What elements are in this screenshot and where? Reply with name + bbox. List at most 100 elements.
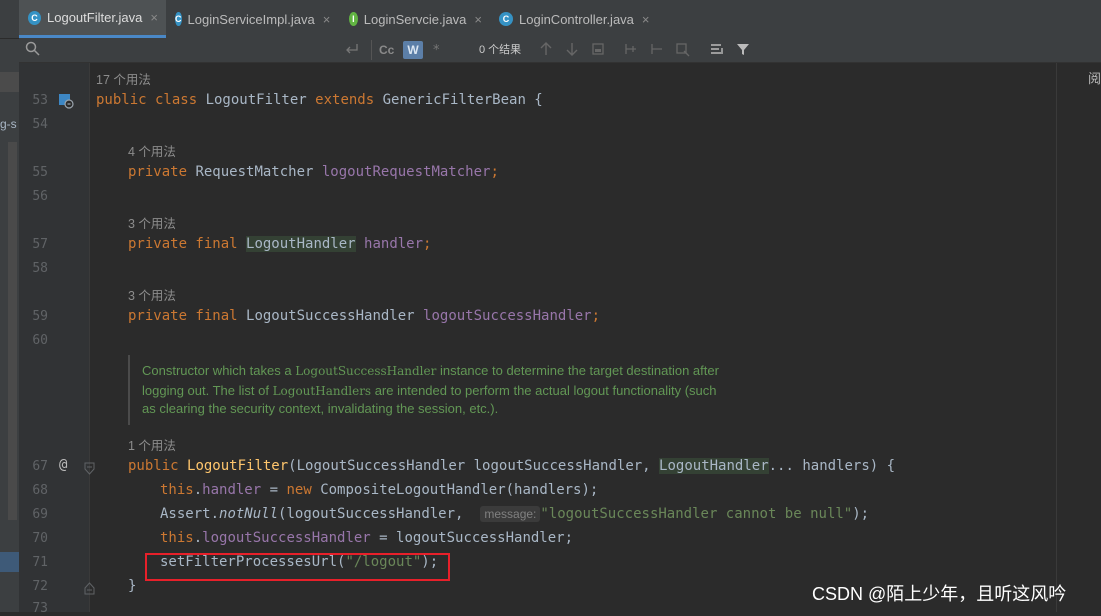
code-line-67[interactable]: public LogoutFilter(LogoutSuccessHandler… [128,458,895,474]
line-number: 54 [32,117,48,132]
keyword: this [160,530,194,546]
line-number: 56 [32,189,48,204]
line-number: 57 [32,237,48,252]
code-line-70[interactable]: this.logoutSuccessHandler = logoutSucces… [160,530,573,546]
select-all-occurrences-icon[interactable] [591,41,605,59]
field-name: logoutSuccessHandler [423,308,592,324]
field-name: logoutSuccessHandler [202,530,371,546]
tab-loginserviceimpl[interactable]: C LoginServiceImpl.java × [166,0,338,38]
closing-brace: } [128,578,137,594]
whole-words-button[interactable]: W [403,41,423,59]
svg-text:*: * [433,43,440,57]
right-panel-strip [1056,63,1101,612]
doc-code: LogoutHandlers [272,384,372,398]
semicolon: ; [423,236,432,252]
project-panel-scrollbar[interactable] [8,142,17,520]
keyword: private final [128,236,247,252]
keyword: public [128,458,188,474]
fold-end-icon[interactable] [84,580,95,599]
code-line-72[interactable]: } [128,578,136,594]
dot: . [193,482,203,498]
expression: = logoutSuccessHandler; [370,530,574,546]
match-case-button[interactable]: Cc [379,41,394,59]
usage-hint[interactable]: 3 个用法 [128,213,176,232]
field-name: handler [364,236,424,252]
javadoc-line: logging out. The list of LogoutHandlers … [142,383,717,398]
next-occurrence-icon[interactable] [565,41,579,59]
class-icon: C [499,12,513,26]
type-name: RequestMatcher [195,164,322,180]
usage-hint[interactable]: 17 个用法 [96,69,151,88]
line-number: 59 [32,309,48,324]
implementing-methods-icon[interactable] [58,93,74,113]
code-line-57[interactable]: private final LogoutHandler handler; [128,236,431,252]
type-name: LogoutSuccessHandler [246,308,424,324]
usage-hint[interactable]: 3 个用法 [128,285,176,304]
usage-hint[interactable]: 4 个用法 [128,141,176,160]
code-line-69[interactable]: Assert.notNull(logoutSuccessHandler, mes… [160,506,869,522]
result-count: 0 个结果 [479,44,522,56]
code-line-55[interactable]: private RequestMatcher logoutRequestMatc… [128,164,499,180]
tab-label: LoginController.java [519,11,634,27]
type-name: LogoutHandler [246,236,356,252]
watermark: CSDN @陌上少年，且听这风吟 [812,584,1067,604]
javadoc-line: Constructor which takes a LogoutSuccessH… [142,363,719,378]
type-name: LogoutHandler [659,458,769,474]
override-annotation-icon[interactable]: @ [59,457,67,473]
line-number: 55 [32,165,48,180]
project-panel-highlight [0,552,19,572]
semicolon: ; [490,164,499,180]
close-icon[interactable]: × [323,12,331,27]
new-line-icon[interactable] [345,41,359,59]
close-icon[interactable]: × [642,12,650,27]
class-name: Assert. [160,506,220,522]
line-number: 69 [32,507,48,522]
class-icon: C [28,10,41,25]
close-icon[interactable]: × [474,12,482,27]
search-icon[interactable] [25,41,41,59]
tab-logincontroller[interactable]: C LoginController.java × [490,0,660,38]
line-number: 72 [32,579,48,594]
doc-text: are intended to perform the actual logou… [371,383,717,398]
reader-mode-toggle[interactable]: 阅 [1088,68,1101,87]
fold-icon[interactable] [84,460,95,479]
javadoc-line: as clearing the security context, invali… [142,401,499,416]
exclude-icon[interactable] [675,41,691,59]
close-icon[interactable]: × [150,10,158,25]
filter-icon[interactable] [735,41,751,59]
class-name: LogoutFilter [205,92,316,108]
line-number: 71 [32,555,48,570]
constructor-name: LogoutFilter [187,458,289,474]
line-number: 53 [32,93,48,108]
line-number: 58 [32,261,48,276]
string-literal: "logoutSuccessHandler cannot be null" [540,506,853,522]
tab-logoutfilter[interactable]: C LogoutFilter.java × [19,0,166,38]
usage-hint[interactable]: 1 个用法 [128,435,176,454]
highlight-annotation-box [145,553,450,581]
tab-label: LoginServiceImpl.java [187,11,315,27]
class-icon: C [175,12,182,26]
parameter-list: ... handlers) { [768,458,896,474]
remove-occurrence-icon[interactable] [649,41,665,59]
previous-occurrence-icon[interactable] [539,41,553,59]
tab-loginservcie[interactable]: I LoginServcie.java × [340,0,490,38]
punctuation: ); [852,506,870,522]
code-line-59[interactable]: private final LogoutSuccessHandler logou… [128,308,600,324]
parameter-hint: message: [480,506,541,522]
add-occurrence-icon[interactable] [623,41,639,59]
line-number: 60 [32,333,48,348]
argument: (logoutSuccessHandler, [278,506,472,522]
line-number: 73 [32,601,48,616]
code-line-68[interactable]: this.handler = new CompositeLogoutHandle… [160,482,598,498]
code-line-53[interactable]: public class LogoutFilter extends Generi… [96,92,543,108]
superclass-name: GenericFilterBean { [382,92,543,108]
regex-icon[interactable]: * [431,41,445,59]
keyword: extends [315,92,383,108]
divider [371,40,372,60]
options-icon[interactable] [709,41,725,59]
doc-text: Constructor which takes a [142,363,296,378]
keyword: private [128,164,196,180]
line-number: 68 [32,483,48,498]
expression: CompositeLogoutHandler(handlers); [320,482,599,498]
find-bar: Cc W * 0 个结果 [19,38,1101,63]
